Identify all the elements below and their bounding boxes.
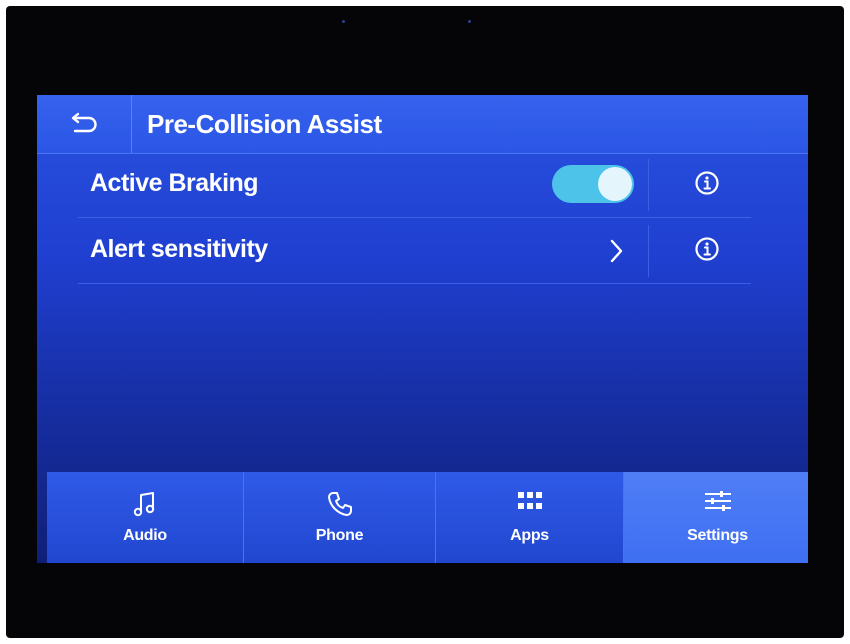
info-button[interactable]: [691, 235, 723, 267]
nav-settings[interactable]: Settings: [624, 472, 808, 563]
nav-label: Phone: [315, 527, 364, 544]
apps-grid-icon: [517, 490, 543, 517]
nav-label: Audio: [123, 527, 167, 544]
info-icon: [694, 236, 720, 267]
back-button[interactable]: [37, 95, 132, 153]
active-braking-toggle[interactable]: [552, 165, 634, 203]
sensor-dot: [342, 20, 345, 23]
setting-row-alert-sensitivity[interactable]: Alert sensitivity: [78, 219, 751, 284]
row-divider: [648, 225, 649, 277]
info-icon: [694, 170, 720, 201]
chevron-right-icon[interactable]: [602, 233, 632, 269]
settings-sliders-icon: [703, 490, 733, 517]
back-arrow-icon: [69, 111, 99, 138]
phone-icon: [326, 490, 354, 523]
music-note-icon: [133, 490, 157, 523]
setting-label: Alert sensitivity: [90, 235, 268, 263]
nav-audio[interactable]: Audio: [47, 472, 244, 563]
info-button[interactable]: [691, 169, 723, 201]
nav-label: Settings: [687, 527, 748, 544]
sensor-dot: [468, 20, 471, 23]
setting-label: Active Braking: [90, 169, 259, 197]
setting-row-active-braking[interactable]: Active Braking: [78, 153, 751, 218]
touchscreen: Pre-Collision Assist Active Braking Aler…: [37, 95, 808, 563]
nav-apps[interactable]: Apps: [436, 472, 624, 563]
nav-phone[interactable]: Phone: [244, 472, 436, 563]
bottom-nav: Audio Phone Apps Settings: [47, 472, 808, 563]
row-divider: [648, 159, 649, 211]
toggle-knob: [598, 167, 632, 201]
header-bar: Pre-Collision Assist: [37, 95, 808, 154]
page-title: Pre-Collision Assist: [147, 109, 382, 139]
nav-label: Apps: [510, 527, 549, 544]
